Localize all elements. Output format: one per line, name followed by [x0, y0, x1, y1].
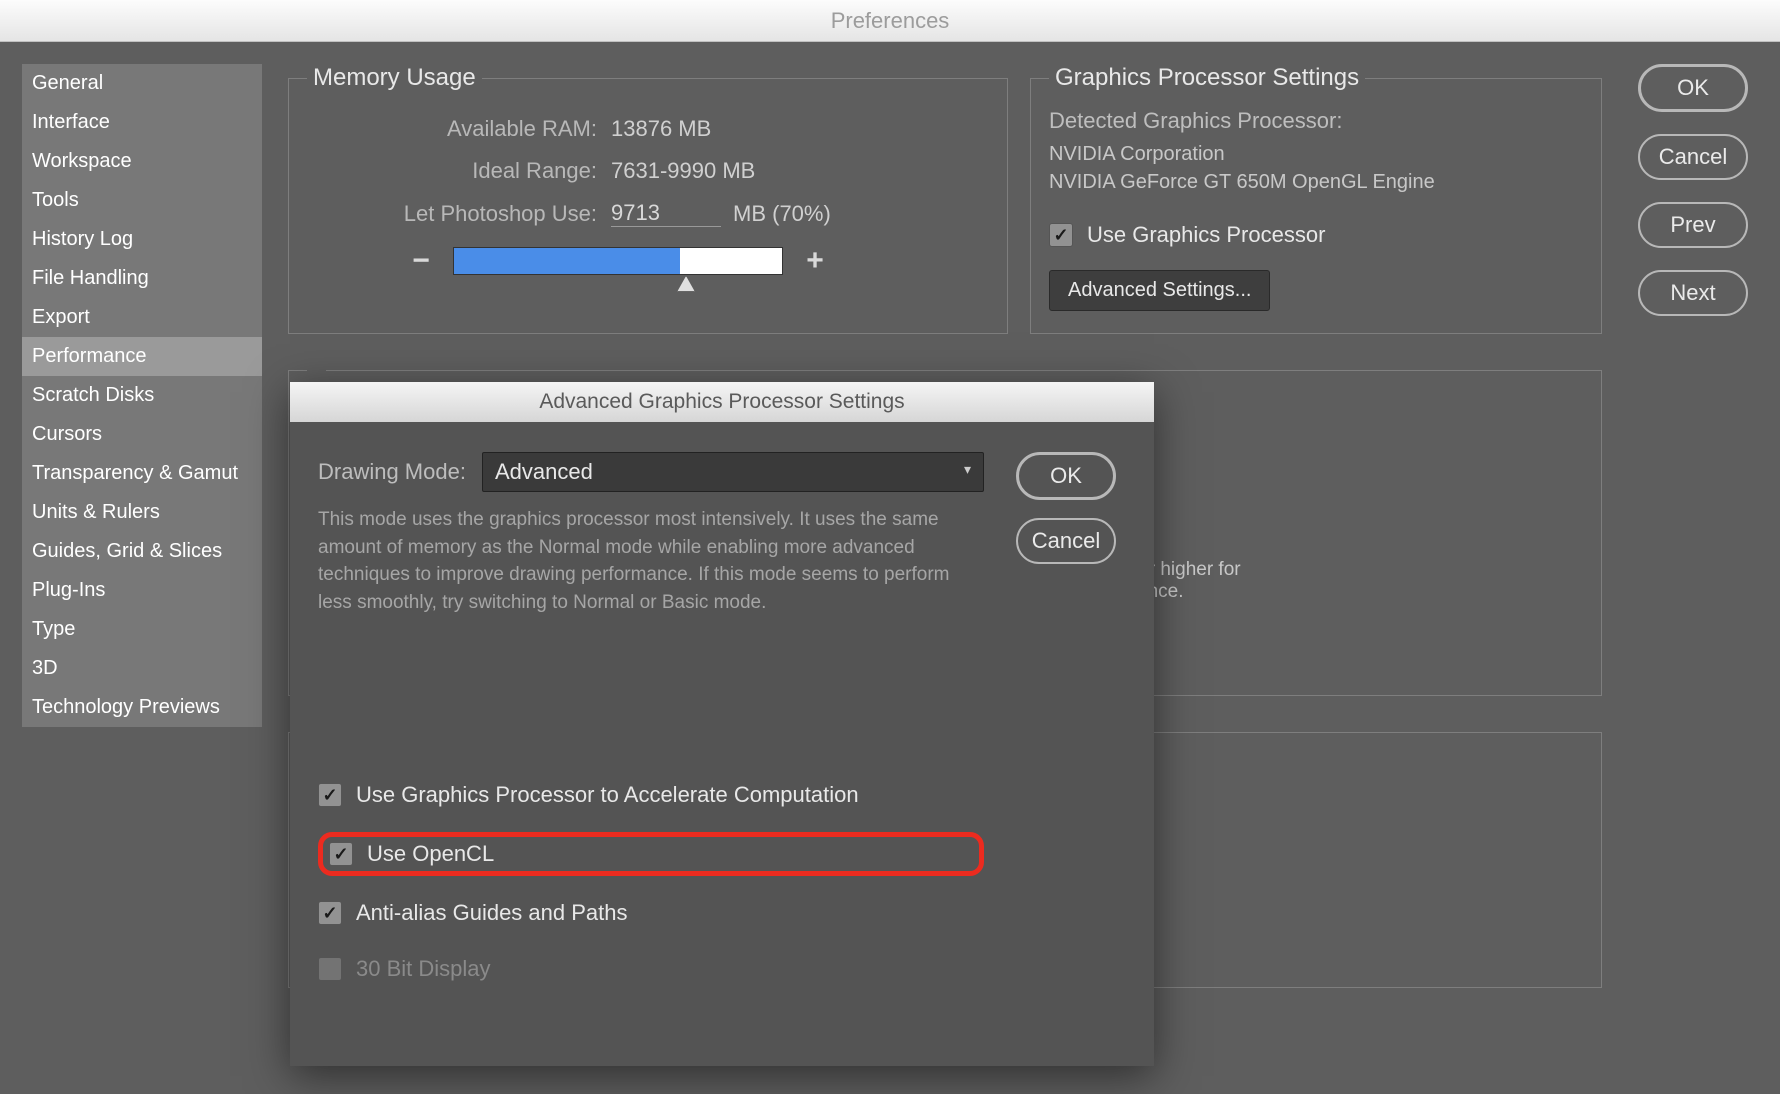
modal-ok-button[interactable]: OK: [1016, 452, 1116, 500]
memory-slider[interactable]: [453, 247, 783, 275]
antialias-checkbox[interactable]: [318, 901, 342, 925]
detected-gpu-label: Detected Graphics Processor:: [1049, 108, 1583, 134]
memory-panel-title: Memory Usage: [307, 64, 482, 92]
memory-usage-panel: Memory Usage Available RAM: 13876 MB Ide…: [288, 64, 1008, 334]
modal-cancel-button[interactable]: Cancel: [1016, 518, 1116, 564]
prev-button[interactable]: Prev: [1638, 202, 1748, 248]
ideal-range-label: Ideal Range:: [307, 158, 597, 184]
memory-slider-increase[interactable]: +: [801, 247, 829, 275]
gpu-panel-title: Graphics Processor Settings: [1049, 64, 1365, 92]
sidebar: General Interface Workspace Tools Histor…: [22, 64, 262, 727]
sidebar-item-3d[interactable]: 3D: [22, 649, 262, 688]
sidebar-item-tools[interactable]: Tools: [22, 181, 262, 220]
memory-slider-fill: [454, 248, 680, 274]
ok-button[interactable]: OK: [1638, 64, 1748, 112]
sidebar-item-history-log[interactable]: History Log: [22, 220, 262, 259]
opencl-checkbox[interactable]: [329, 842, 353, 866]
antialias-label: Anti-alias Guides and Paths: [356, 900, 628, 926]
let-use-input[interactable]: [611, 200, 721, 227]
memory-slider-decrease[interactable]: −: [407, 247, 435, 275]
detected-gpu-line2: NVIDIA GeForce GT 650M OpenGL Engine: [1049, 168, 1583, 196]
sidebar-item-type[interactable]: Type: [22, 610, 262, 649]
detected-gpu-line1: NVIDIA Corporation: [1049, 140, 1583, 168]
history-panel-title: [307, 356, 326, 384]
cancel-button[interactable]: Cancel: [1638, 134, 1748, 180]
opencl-label: Use OpenCL: [367, 841, 494, 867]
sidebar-item-transparency[interactable]: Transparency & Gamut: [22, 454, 262, 493]
30bit-checkbox: [318, 957, 342, 981]
sidebar-item-general[interactable]: General: [22, 64, 262, 103]
drawing-mode-description: This mode uses the graphics processor mo…: [318, 506, 984, 616]
accelerate-label: Use Graphics Processor to Accelerate Com…: [356, 782, 859, 808]
opencl-highlight: Use OpenCL: [318, 832, 984, 876]
sidebar-item-tech-previews[interactable]: Technology Previews: [22, 688, 262, 727]
sidebar-item-cursors[interactable]: Cursors: [22, 415, 262, 454]
window-title: Preferences: [0, 0, 1780, 42]
drawing-mode-label: Drawing Mode:: [318, 459, 466, 485]
next-button[interactable]: Next: [1638, 270, 1748, 316]
sidebar-item-units[interactable]: Units & Rulers: [22, 493, 262, 532]
modal-title: Advanced Graphics Processor Settings: [290, 382, 1154, 422]
use-gpu-checkbox[interactable]: [1049, 223, 1073, 247]
use-gpu-label: Use Graphics Processor: [1087, 222, 1325, 248]
available-ram-label: Available RAM:: [307, 116, 597, 142]
advanced-gpu-modal: Advanced Graphics Processor Settings Dra…: [290, 382, 1154, 1066]
drawing-mode-select[interactable]: Advanced: [482, 452, 984, 492]
gpu-settings-panel: Graphics Processor Settings Detected Gra…: [1030, 64, 1602, 334]
sidebar-item-performance[interactable]: Performance: [22, 337, 262, 376]
let-use-suffix: MB (70%): [733, 201, 831, 227]
sidebar-item-scratch-disks[interactable]: Scratch Disks: [22, 376, 262, 415]
sidebar-item-file-handling[interactable]: File Handling: [22, 259, 262, 298]
accelerate-checkbox[interactable]: [318, 783, 342, 807]
memory-slider-thumb[interactable]: [677, 276, 695, 292]
sidebar-item-interface[interactable]: Interface: [22, 103, 262, 142]
sidebar-item-export[interactable]: Export: [22, 298, 262, 337]
sidebar-item-workspace[interactable]: Workspace: [22, 142, 262, 181]
let-use-label: Let Photoshop Use:: [307, 201, 597, 227]
advanced-settings-button[interactable]: Advanced Settings...: [1049, 270, 1270, 311]
sidebar-item-guides[interactable]: Guides, Grid & Slices: [22, 532, 262, 571]
30bit-label: 30 Bit Display: [356, 956, 491, 982]
sidebar-item-plugins[interactable]: Plug-Ins: [22, 571, 262, 610]
ideal-range-value: 7631-9990 MB: [611, 158, 755, 184]
available-ram-value: 13876 MB: [611, 116, 711, 142]
